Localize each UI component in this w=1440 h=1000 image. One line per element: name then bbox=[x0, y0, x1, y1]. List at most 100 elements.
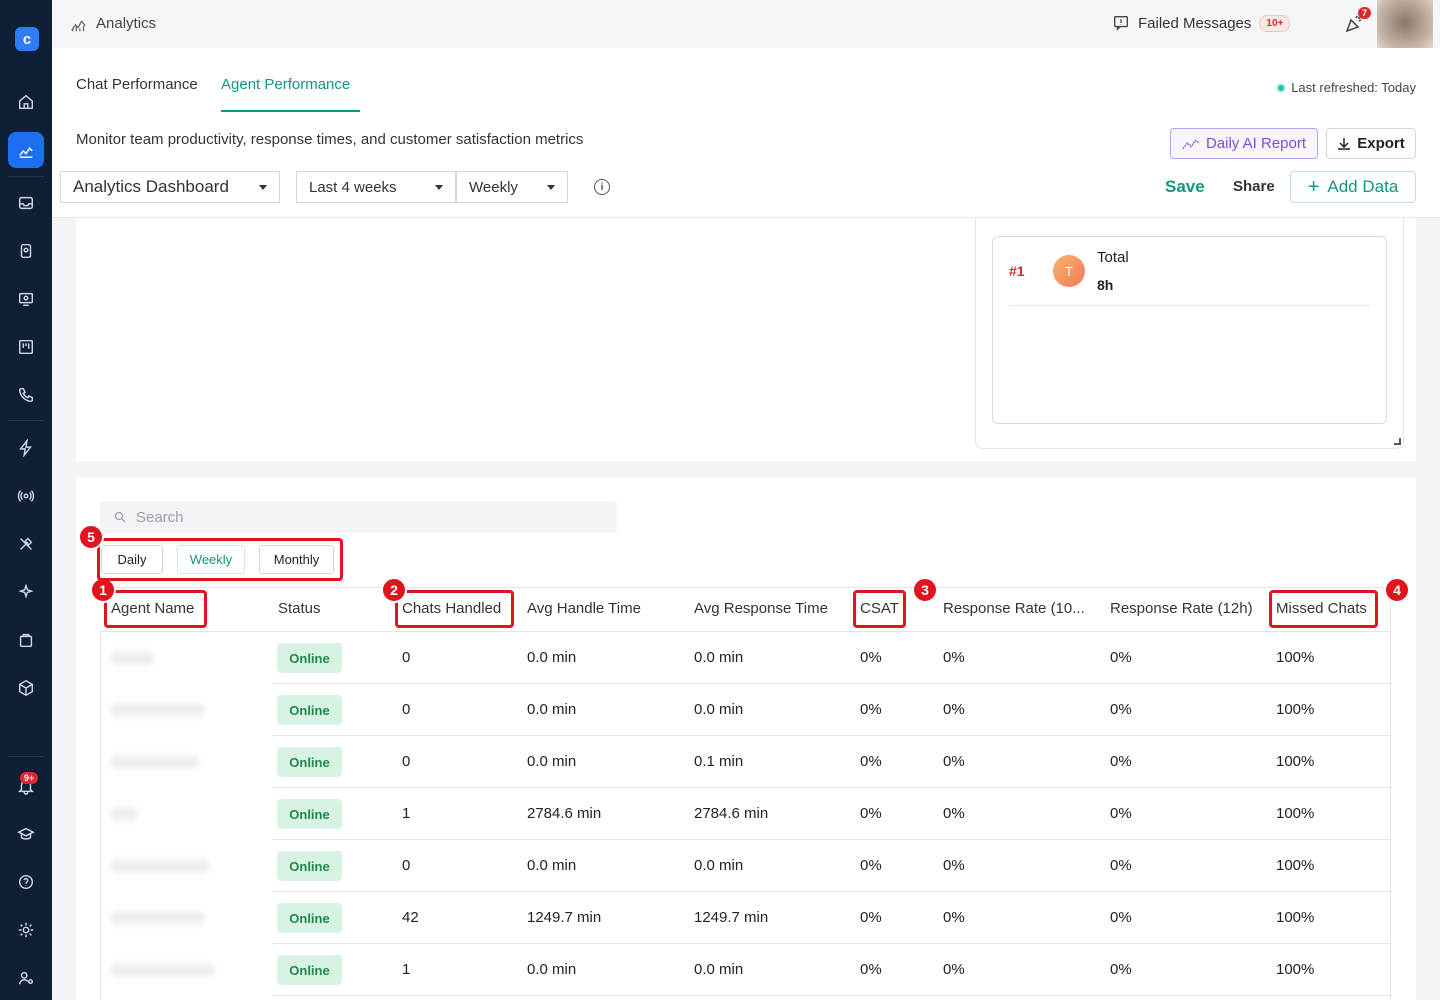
cell-chats-handled: 42 bbox=[402, 909, 419, 926]
user-avatar[interactable] bbox=[1377, 0, 1433, 50]
cell-avg-response-time: 2784.6 min bbox=[694, 805, 769, 822]
inbox-icon[interactable] bbox=[8, 185, 44, 221]
add-data-button[interactable]: + Add Data bbox=[1290, 171, 1416, 203]
cell-avg-handle-time: 0.0 min bbox=[527, 961, 577, 978]
status-badge: Online bbox=[277, 955, 342, 985]
share-button[interactable]: Share bbox=[1233, 178, 1275, 195]
annotation-marker-4: 4 bbox=[1384, 577, 1410, 603]
failed-messages-label: Failed Messages bbox=[1138, 14, 1252, 32]
export-button[interactable]: Export bbox=[1326, 128, 1416, 159]
leaderboard-avatar: T bbox=[1053, 255, 1085, 287]
plus-icon: + bbox=[1307, 176, 1320, 198]
search-icon bbox=[114, 511, 126, 523]
cell-csat: 0% bbox=[860, 961, 882, 978]
status-badge: Online bbox=[277, 903, 342, 933]
help-icon[interactable] bbox=[8, 864, 44, 900]
cell-avg-handle-time: 0.0 min bbox=[527, 701, 577, 718]
table-border bbox=[1390, 587, 1391, 1000]
status-badge: Online bbox=[277, 643, 342, 673]
monitor-icon[interactable] bbox=[8, 281, 44, 317]
package-icon[interactable] bbox=[8, 670, 44, 706]
app-logo[interactable]: c bbox=[15, 27, 39, 51]
tab-agent-performance[interactable]: Agent Performance bbox=[221, 76, 350, 93]
analytics-icon[interactable] bbox=[8, 132, 44, 168]
board-icon[interactable] bbox=[8, 329, 44, 365]
settings-icon[interactable] bbox=[8, 912, 44, 948]
cell-response-rate-12h: 0% bbox=[1110, 805, 1132, 822]
active-tab-indicator bbox=[221, 110, 360, 112]
failed-messages-button[interactable]: Failed Messages 10+ bbox=[1112, 14, 1291, 32]
leaderboard-title: Total bbox=[1097, 249, 1129, 266]
page-title: Analytics bbox=[96, 15, 157, 32]
cell-response-rate-12h: 0% bbox=[1110, 753, 1132, 770]
chevron-down-icon bbox=[435, 184, 443, 190]
cell-chats-handled: 0 bbox=[402, 857, 411, 874]
granularity-select[interactable]: Weekly bbox=[456, 171, 568, 203]
cell-avg-response-time: 0.0 min bbox=[694, 857, 744, 874]
status-badge: Online bbox=[277, 799, 342, 829]
cell-avg-handle-time: 2784.6 min bbox=[527, 805, 602, 822]
broadcast-icon[interactable] bbox=[8, 478, 44, 514]
column-header-response-rate-12h[interactable]: Response Rate (12h) bbox=[1110, 600, 1253, 617]
add-data-label: Add Data bbox=[1327, 177, 1399, 196]
cell-response-rate-10: 0% bbox=[943, 857, 965, 874]
tab-chat-performance[interactable]: Chat Performance bbox=[76, 76, 198, 93]
sidebar-divider bbox=[8, 756, 44, 757]
cell-avg-response-time: 1249.7 min bbox=[694, 909, 769, 926]
annotation-marker-2: 2 bbox=[381, 577, 407, 603]
leaderboard-box bbox=[992, 236, 1387, 424]
cell-avg-handle-time: 0.0 min bbox=[527, 753, 577, 770]
daily-ai-report-label: Daily AI Report bbox=[1205, 135, 1307, 152]
cell-chats-handled: 1 bbox=[402, 805, 411, 822]
row-divider bbox=[272, 943, 1391, 944]
search-input[interactable]: Search bbox=[100, 501, 617, 533]
cell-avg-handle-time: 0.0 min bbox=[527, 857, 577, 874]
column-header-avg-handle-time[interactable]: Avg Handle Time bbox=[527, 600, 641, 617]
bolt-icon[interactable] bbox=[8, 430, 44, 466]
tools-icon[interactable] bbox=[8, 526, 44, 562]
cell-missed-chats: 100% bbox=[1276, 961, 1315, 978]
column-header-avg-response-time[interactable]: Avg Response Time bbox=[694, 600, 828, 617]
dashboard-select[interactable]: Analytics Dashboard bbox=[60, 171, 280, 203]
cell-response-rate-10: 0% bbox=[943, 649, 965, 666]
agent-name-redacted bbox=[110, 651, 155, 665]
date-range-select[interactable]: Last 4 weeks bbox=[296, 171, 456, 203]
daily-ai-report-button[interactable]: Daily AI Report bbox=[1170, 128, 1318, 159]
last-refreshed-text: Last refreshed: Today bbox=[1291, 80, 1416, 95]
info-icon[interactable]: i bbox=[594, 179, 610, 195]
sidebar-divider bbox=[8, 176, 44, 177]
annotation-marker-3: 3 bbox=[912, 577, 938, 603]
cell-csat: 0% bbox=[860, 805, 882, 822]
column-header-status[interactable]: Status bbox=[278, 600, 321, 617]
dashboard-select-value: Analytics Dashboard bbox=[73, 177, 229, 196]
export-label: Export bbox=[1357, 135, 1405, 152]
home-icon[interactable] bbox=[8, 84, 44, 120]
annotation-box-3 bbox=[853, 590, 906, 628]
cell-avg-handle-time: 1249.7 min bbox=[527, 909, 602, 926]
cell-chats-handled: 0 bbox=[402, 701, 411, 718]
user-settings-icon[interactable] bbox=[8, 960, 44, 996]
save-button[interactable]: Save bbox=[1165, 177, 1205, 197]
column-header-response-rate-10[interactable]: Response Rate (10... bbox=[943, 600, 1085, 617]
cell-response-rate-12h: 0% bbox=[1110, 961, 1132, 978]
cell-response-rate-10: 0% bbox=[943, 753, 965, 770]
bag-icon[interactable] bbox=[8, 622, 44, 658]
cell-csat: 0% bbox=[860, 701, 882, 718]
annotation-box-4 bbox=[1269, 590, 1378, 628]
resize-handle-icon[interactable] bbox=[1394, 438, 1401, 445]
cell-csat: 0% bbox=[860, 909, 882, 926]
cell-response-rate-12h: 0% bbox=[1110, 649, 1132, 666]
phone-icon[interactable] bbox=[8, 377, 44, 413]
bell-badge: 9+ bbox=[20, 772, 39, 784]
cell-response-rate-10: 0% bbox=[943, 909, 965, 926]
annotation-box-5 bbox=[97, 538, 343, 581]
row-divider bbox=[272, 787, 1391, 788]
sparkle-icon[interactable] bbox=[8, 574, 44, 610]
agent-name-redacted bbox=[110, 963, 215, 977]
contacts-icon[interactable] bbox=[8, 233, 44, 269]
agent-name-redacted bbox=[110, 807, 138, 821]
graduation-icon[interactable] bbox=[8, 816, 44, 852]
cell-missed-chats: 100% bbox=[1276, 805, 1315, 822]
cell-missed-chats: 100% bbox=[1276, 857, 1315, 874]
row-divider bbox=[272, 995, 1391, 996]
